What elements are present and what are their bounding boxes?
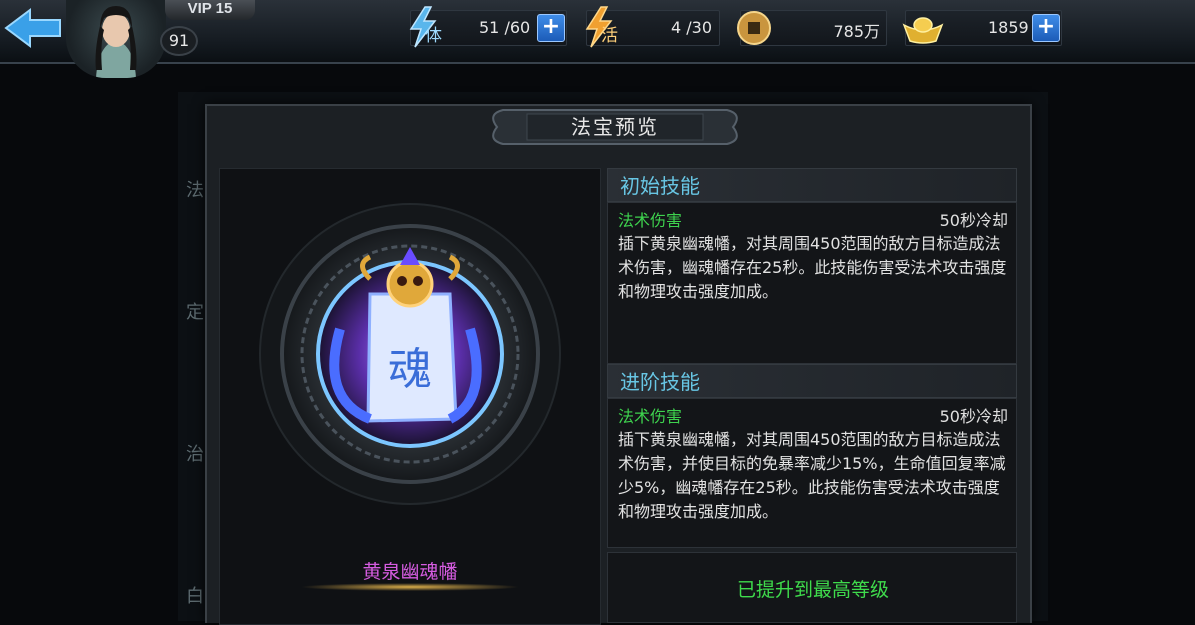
activity-counter: 活 4 /30 [585,6,720,48]
upgrade-status-box: 已提升到最高等级 [607,552,1017,623]
gold-counter: 1859 + [902,10,1062,46]
activity-label: 活 [601,26,618,46]
background-label: 法 [186,180,204,201]
gold-ingot-icon [902,17,944,44]
initial-skill-box: 法术伤害 50秒冷却 插下黄泉幽魂幡，对其周围450范围的敌方目标造成法术伤害，… [607,202,1017,364]
portrait-icon [95,6,137,78]
vip-badge: VIP 15 [165,0,255,20]
skill-type: 法术伤害 [618,407,683,426]
stamina-counter: 体 51 /60 + [409,6,567,48]
add-gold-button[interactable]: + [1032,14,1060,42]
coin-value: 785万 [833,22,880,41]
coin-counter: 785万 [737,10,887,46]
advanced-skill-box: 法术伤害 50秒冷却 插下黄泉幽魂幡，对其周围450范围的敌方目标造成法术伤害，… [607,398,1017,548]
item-name-underline [300,583,520,591]
initial-skill-header: 初始技能 [607,168,1017,202]
item-name: 黄泉幽魂幡 [362,561,458,583]
treasure-preview-dialog: 法宝预览 魂 黄泉幽魂幡 初始技能 法术伤害 50秒冷却 插下黄泉幽魂幡，对其周… [205,104,1032,625]
dialog-title: 法宝预览 [571,115,659,139]
back-arrow-icon [4,8,61,48]
item-preview-pane: 魂 黄泉幽魂幡 [219,168,601,625]
stamina-label: 体 [425,26,442,46]
player-avatar[interactable] [66,0,166,78]
skill-description: 插下黄泉幽魂幡，对其周围450范围的敌方目标造成法术伤害，幽魂幡存在25秒。此技… [618,234,1007,301]
player-level: 91 [160,26,198,56]
top-bar: VIP 15 91 体 51 /60 + 活 4 /30 785万 1859 + [0,0,1195,78]
dialog-title-plate: 法宝预览 [487,104,743,150]
skill-type: 法术伤害 [618,211,683,230]
coin-icon [737,11,771,45]
add-stamina-button[interactable]: + [537,14,565,42]
max-level-status: 已提升到最高等级 [736,579,889,601]
gold-value: 1859 [988,18,1029,37]
skill-description: 插下黄泉幽魂幡，对其周围450范围的敌方目标造成法术伤害，并使目标的免暴率减少1… [618,430,1006,521]
back-button[interactable] [2,6,64,50]
background-label: 治 [186,444,204,465]
background-label: 白 [186,586,204,607]
skill-cooldown: 50秒冷却 [939,211,1008,230]
activity-value: 4 /30 [671,18,713,37]
skill-cooldown: 50秒冷却 [939,407,1008,426]
stamina-value: 51 /60 [479,18,531,37]
background-label: 定 [186,302,204,323]
advanced-skill-header: 进阶技能 [607,364,1017,398]
treasure-banner-icon: 魂 [259,203,561,505]
banner-glyph: 魂 [388,344,432,395]
